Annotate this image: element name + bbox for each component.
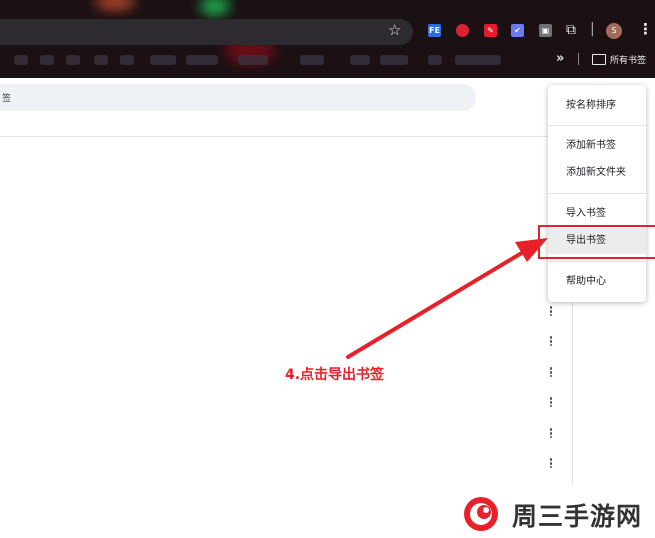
search-placeholder: 签 bbox=[2, 94, 12, 104]
menu-separator bbox=[548, 193, 646, 194]
toolbar-divider: | bbox=[590, 21, 595, 37]
extension-pen-icon[interactable]: ✎ bbox=[484, 24, 497, 37]
bookmark-favicon[interactable] bbox=[120, 55, 134, 65]
bookmark-favicon[interactable] bbox=[150, 55, 176, 65]
extensions-puzzle-icon[interactable]: ⧉ bbox=[566, 22, 576, 38]
extension-fe-icon[interactable]: FE bbox=[428, 24, 441, 37]
extension-red-icon[interactable] bbox=[456, 24, 469, 37]
bookmark-star-icon[interactable]: ☆ bbox=[388, 21, 401, 39]
bookmark-favicon[interactable] bbox=[380, 55, 408, 65]
watermark: 周三手游网 bbox=[459, 494, 655, 534]
header-divider bbox=[0, 136, 560, 137]
row-more-icon[interactable] bbox=[547, 457, 555, 471]
bookmark-favicon[interactable] bbox=[94, 55, 108, 65]
menu-item-sort-by-name[interactable]: 按名称排序 bbox=[548, 93, 646, 119]
menu-separator bbox=[548, 261, 646, 262]
highlight-box bbox=[538, 225, 655, 259]
address-bar[interactable] bbox=[0, 19, 413, 45]
double-chevron-right-icon[interactable]: » bbox=[556, 51, 564, 66]
annotation-caption: 4.点击导出书签 bbox=[285, 367, 385, 383]
avatar[interactable]: S bbox=[606, 23, 622, 39]
bookmark-favicon[interactable] bbox=[66, 55, 80, 65]
bookmarks-bar-divider bbox=[578, 53, 579, 65]
row-more-icon[interactable] bbox=[547, 335, 555, 349]
bookmark-favicon[interactable] bbox=[350, 55, 370, 65]
bookmark-favicon[interactable] bbox=[40, 55, 54, 65]
bookmark-favicon[interactable] bbox=[14, 55, 28, 65]
bookmark-favicon[interactable] bbox=[300, 55, 324, 65]
row-more-icon[interactable] bbox=[547, 366, 555, 380]
chrome-menu-icon[interactable]: ⋮ bbox=[638, 20, 653, 38]
menu-item-import-bookmarks[interactable]: 导入书签 bbox=[548, 201, 646, 227]
menu-separator bbox=[548, 125, 646, 126]
bookmark-favicon[interactable] bbox=[455, 55, 501, 65]
bookmark-favicon[interactable] bbox=[428, 55, 442, 65]
background-glow bbox=[95, 0, 135, 10]
watermark-logo-icon bbox=[464, 497, 498, 531]
watermark-text: 周三手游网 bbox=[512, 502, 643, 531]
row-more-icon[interactable] bbox=[547, 396, 555, 410]
organize-menu: 按名称排序 添加新书签 添加新文件夹 导入书签 导出书签 帮助中心 bbox=[548, 85, 646, 302]
browser-toolbar: ☆ FE ✎ ✔ ▣ ⧉ | S ⋮ » 所有书签 bbox=[0, 0, 655, 78]
row-more-icon[interactable] bbox=[547, 305, 555, 319]
menu-item-add-bookmark[interactable]: 添加新书签 bbox=[548, 133, 646, 159]
search-input[interactable]: 签 bbox=[0, 84, 476, 111]
folder-icon bbox=[592, 54, 606, 65]
background-glow bbox=[200, 0, 230, 16]
bookmark-favicon[interactable] bbox=[238, 55, 268, 65]
all-bookmarks-button[interactable]: 所有书签 bbox=[610, 53, 646, 66]
menu-item-add-folder[interactable]: 添加新文件夹 bbox=[548, 160, 646, 186]
extension-window-icon[interactable]: ▣ bbox=[539, 24, 552, 37]
bookmark-favicon[interactable] bbox=[186, 55, 218, 65]
extension-bird-icon[interactable]: ✔ bbox=[511, 24, 524, 37]
menu-item-help-center[interactable]: 帮助中心 bbox=[548, 269, 646, 295]
row-more-icon[interactable] bbox=[547, 427, 555, 441]
